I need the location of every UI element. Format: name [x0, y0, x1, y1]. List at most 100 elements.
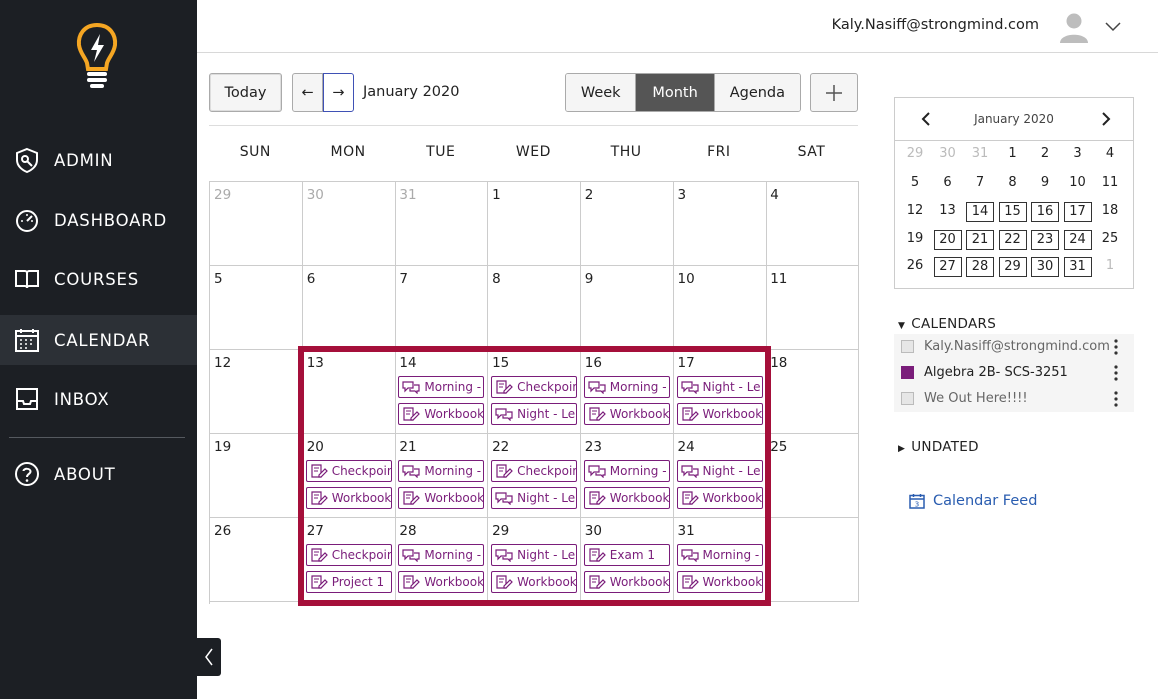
- calendar-event[interactable]: Workbook: [305, 487, 392, 509]
- mini-calendar-day[interactable]: 6: [934, 174, 962, 194]
- calendar-feed-link[interactable]: 3 Calendar Feed: [909, 493, 1037, 509]
- calendar-event[interactable]: Workbook: [583, 403, 670, 425]
- calendar-event[interactable]: Workbook: [676, 487, 763, 509]
- day-cell[interactable]: 6: [302, 266, 396, 350]
- mini-calendar-day[interactable]: 13: [934, 202, 962, 222]
- calendar-event[interactable]: Night - Le: [491, 403, 578, 425]
- mini-calendar-day[interactable]: 12: [901, 202, 929, 222]
- day-cell[interactable]: 30 Exam 1 Workbook: [580, 518, 674, 602]
- day-cell[interactable]: 18: [766, 350, 860, 434]
- mini-calendar-day[interactable]: 8: [999, 174, 1027, 194]
- view-agenda-button[interactable]: Agenda: [714, 74, 800, 111]
- mini-calendar-day[interactable]: 10: [1064, 174, 1092, 194]
- calendar-event[interactable]: Night - Le: [676, 376, 763, 398]
- view-week-button[interactable]: Week: [566, 74, 637, 111]
- mini-calendar-day[interactable]: 3: [1064, 145, 1092, 165]
- calendar-event[interactable]: Workbook: [398, 403, 485, 425]
- user-avatar-icon[interactable]: [1057, 9, 1091, 43]
- mini-calendar-day[interactable]: 11: [1096, 174, 1124, 194]
- calendar-event[interactable]: Checkpoin: [491, 460, 578, 482]
- calendar-event[interactable]: Workbook: [676, 403, 763, 425]
- calendar-event[interactable]: Morning -: [398, 460, 485, 482]
- mini-calendar-day[interactable]: 19: [901, 230, 929, 250]
- day-cell[interactable]: 31 Morning - Workbook: [673, 518, 767, 602]
- day-cell[interactable]: 24 Night - Le Workbook: [673, 434, 767, 518]
- mini-calendar-day[interactable]: 20: [933, 230, 962, 250]
- mini-calendar-day[interactable]: 16: [1031, 202, 1059, 222]
- mini-calendar-day[interactable]: 15: [998, 202, 1027, 222]
- mini-calendar-day[interactable]: 5: [901, 174, 929, 194]
- calendar-event[interactable]: Exam 1: [583, 544, 670, 566]
- day-cell[interactable]: 12: [210, 350, 303, 434]
- mini-calendar-day[interactable]: 28: [966, 257, 994, 277]
- day-cell[interactable]: 10: [673, 266, 767, 350]
- mini-calendar-day[interactable]: 30: [1031, 257, 1059, 277]
- day-cell[interactable]: 16 Morning - Workbook: [580, 350, 674, 434]
- mini-calendar-day[interactable]: 23: [1031, 230, 1059, 250]
- calendar-event[interactable]: Checkpoin: [305, 460, 392, 482]
- calendar-event[interactable]: Morning -: [398, 544, 485, 566]
- day-cell[interactable]: 22 Checkpoin Night - Le: [488, 434, 582, 518]
- calendar-event[interactable]: Workbook: [398, 571, 485, 593]
- day-cell[interactable]: 29 Night - Le Workbook: [488, 518, 582, 602]
- day-cell[interactable]: 3: [673, 182, 767, 266]
- calendar-list-item[interactable]: We Out Here!!!!: [894, 386, 1134, 412]
- day-cell[interactable]: 20 Checkpoin Workbook: [302, 434, 396, 518]
- calendar-event[interactable]: Workbook: [583, 571, 670, 593]
- day-cell[interactable]: 11: [766, 266, 860, 350]
- mini-calendar-day[interactable]: 1: [1096, 257, 1124, 277]
- nav-item-calendar[interactable]: CALENDAR: [0, 315, 197, 365]
- day-cell[interactable]: 31: [395, 182, 489, 266]
- calendar-event[interactable]: Project 1: [305, 571, 392, 593]
- calendar-event[interactable]: Workbook: [491, 571, 578, 593]
- nav-item-inbox[interactable]: INBOX: [0, 374, 197, 424]
- nav-item-dashboard[interactable]: DASHBOARD: [0, 195, 197, 245]
- previous-month-button[interactable]: ←: [292, 73, 323, 112]
- calendar-checkbox[interactable]: [901, 366, 914, 379]
- day-cell[interactable]: 8: [488, 266, 582, 350]
- calendar-event[interactable]: Workbook: [676, 571, 763, 593]
- day-cell[interactable]: 26: [210, 518, 303, 602]
- calendar-event[interactable]: Morning -: [583, 460, 670, 482]
- calendar-event[interactable]: Morning -: [583, 376, 670, 398]
- day-cell[interactable]: 21 Morning - Workbook: [395, 434, 489, 518]
- calendar-event[interactable]: Morning -: [398, 376, 485, 398]
- day-cell[interactable]: 4: [766, 182, 860, 266]
- nav-item-admin[interactable]: ADMIN: [0, 135, 197, 185]
- mini-calendar-day[interactable]: 25: [1096, 230, 1124, 250]
- day-cell[interactable]: 17 Night - Le Workbook: [673, 350, 767, 434]
- mini-calendar-day[interactable]: 31: [966, 145, 994, 165]
- mini-calendar-day[interactable]: 22: [998, 230, 1027, 250]
- day-cell[interactable]: 28 Morning - Workbook: [395, 518, 489, 602]
- calendar-event[interactable]: Morning -: [676, 544, 763, 566]
- day-cell[interactable]: 15 Checkpoin Night - Le: [488, 350, 582, 434]
- day-cell[interactable]: 19: [210, 434, 303, 518]
- calendar-event[interactable]: Checkpoin: [491, 376, 578, 398]
- collapse-sidebar-button[interactable]: [197, 638, 221, 676]
- calendar-event[interactable]: Workbook: [583, 487, 670, 509]
- nav-item-about[interactable]: ABOUT: [0, 449, 197, 499]
- day-cell[interactable]: 13: [302, 350, 396, 434]
- day-cell[interactable]: 2: [580, 182, 674, 266]
- mini-calendar-day[interactable]: 24: [1063, 230, 1092, 250]
- next-month-button[interactable]: →: [323, 73, 354, 112]
- mini-calendar-day[interactable]: 18: [1096, 202, 1124, 222]
- calendar-event[interactable]: Night - Le: [491, 487, 578, 509]
- mini-calendar-day[interactable]: 29: [901, 145, 929, 165]
- day-cell[interactable]: 7: [395, 266, 489, 350]
- mini-calendar-day[interactable]: 4: [1096, 145, 1124, 165]
- day-cell[interactable]: 5: [210, 266, 303, 350]
- mini-next-chevron-icon[interactable]: [1097, 111, 1113, 127]
- calendar-event[interactable]: Checkpoin: [305, 544, 392, 566]
- calendar-checkbox[interactable]: [901, 392, 914, 405]
- day-cell[interactable]: 25: [766, 434, 860, 518]
- day-cell[interactable]: 23 Morning - Workbook: [580, 434, 674, 518]
- mini-calendar-day[interactable]: 31: [1063, 257, 1092, 277]
- mini-calendar-day[interactable]: 30: [934, 145, 962, 165]
- view-month-button[interactable]: Month: [636, 74, 715, 111]
- add-event-button[interactable]: [810, 73, 858, 112]
- day-cell[interactable]: 29: [210, 182, 303, 266]
- mini-calendar-day[interactable]: 2: [1031, 145, 1059, 165]
- calendar-list-item[interactable]: Algebra 2B- SCS-3251: [894, 360, 1134, 386]
- chevron-down-icon[interactable]: [1104, 18, 1122, 32]
